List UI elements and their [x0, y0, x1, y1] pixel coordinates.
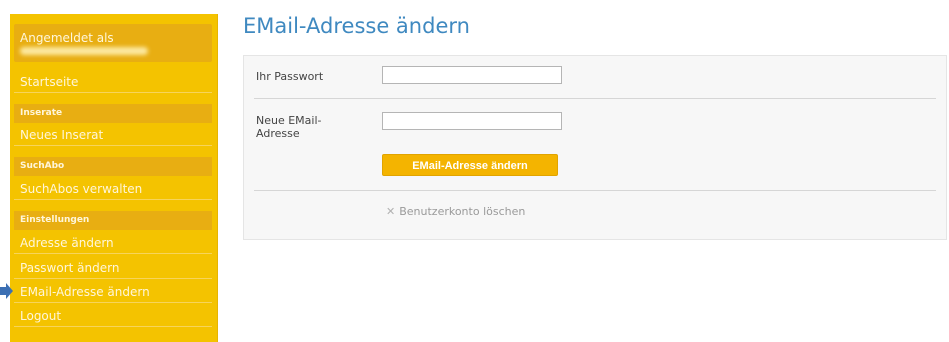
page-title: EMail-Adresse ändern [243, 14, 470, 38]
logged-in-label: Angemeldet als [20, 31, 114, 45]
section-einstellungen: Einstellungen [14, 211, 212, 230]
logged-in-user-redacted [20, 47, 148, 55]
arrow-right-icon [0, 283, 13, 299]
sidebar-item-adresse-aendern[interactable]: Adresse ändern [14, 232, 212, 254]
password-label: Ihr Passwort [256, 70, 324, 83]
email-change-form: Ihr Passwort Neue EMail-Adresse EMail-Ad… [243, 55, 947, 240]
new-email-label: Neue EMail-Adresse [256, 114, 322, 140]
change-email-button[interactable]: EMail-Adresse ändern [382, 154, 558, 176]
sidebar-item-suchabos-verwalten[interactable]: SuchAbos verwalten [14, 178, 212, 200]
sidebar: Angemeldet als Startseite Inserate Neues… [10, 14, 218, 342]
delete-account-link[interactable]: ✕ Benutzerkonto löschen [386, 205, 525, 218]
sidebar-item-startseite[interactable]: Startseite [14, 71, 212, 93]
delete-account-label: Benutzerkonto löschen [399, 205, 526, 218]
section-inserate: Inserate [14, 104, 212, 123]
sidebar-item-email-adresse-aendern[interactable]: EMail-Adresse ändern [14, 281, 212, 303]
new-email-field[interactable] [382, 112, 562, 130]
close-icon: ✕ [386, 205, 396, 218]
password-field[interactable] [382, 66, 562, 84]
sidebar-item-passwort-aendern[interactable]: Passwort ändern [14, 257, 212, 279]
login-status-box: Angemeldet als [14, 24, 212, 62]
sidebar-item-neues-inserat[interactable]: Neues Inserat [14, 124, 212, 146]
row-divider [254, 98, 936, 99]
sidebar-item-logout[interactable]: Logout [14, 305, 212, 327]
row-divider [254, 190, 936, 191]
section-suchabo: SuchAbo [14, 157, 212, 176]
